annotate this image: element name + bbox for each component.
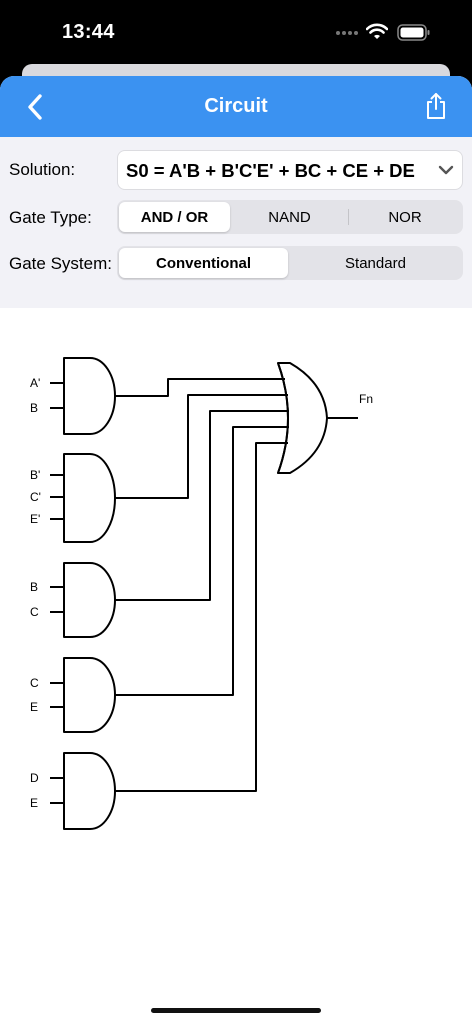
pin-label: E' xyxy=(30,512,40,526)
circuit-sheet: Circuit Solution: S0 = A'B + B'C'E' + BC… xyxy=(0,76,472,1024)
pin-label: C' xyxy=(30,490,41,504)
share-button[interactable] xyxy=(418,88,454,124)
pin-label: C xyxy=(30,605,39,619)
pin-label: E xyxy=(30,796,38,810)
pin-label: B xyxy=(30,580,38,594)
chevron-down-icon xyxy=(438,165,454,175)
pin-label: A' xyxy=(30,376,40,390)
navigation-bar: Circuit xyxy=(0,76,472,137)
signal-icon xyxy=(336,31,358,35)
gate-type-and-or[interactable]: AND / OR xyxy=(119,202,230,232)
circuit-diagram: A' B B' C' E' B C C E D E Fn xyxy=(30,357,373,830)
output-label: Fn xyxy=(359,392,373,406)
pin-label: C xyxy=(30,676,39,690)
pin-label: B xyxy=(30,401,38,415)
or-gate xyxy=(277,362,328,474)
controls-panel: Solution: S0 = A'B + B'C'E' + BC + CE + … xyxy=(0,137,472,308)
pin-label: B' xyxy=(30,468,40,482)
and-gate-4 xyxy=(63,657,116,733)
gate-system-standard[interactable]: Standard xyxy=(290,248,461,278)
wire-5 xyxy=(115,442,288,792)
gate-system-conventional[interactable]: Conventional xyxy=(119,248,288,278)
solution-value: S0 = A'B + B'C'E' + BC + CE + DE xyxy=(126,160,415,181)
status-time: 13:44 xyxy=(62,21,115,43)
and-gate-2 xyxy=(63,453,116,543)
status-bar: 13:44 xyxy=(0,0,472,64)
gate-type-label: Gate Type: xyxy=(9,208,92,227)
and-gate-1 xyxy=(63,357,116,435)
gate-system-label: Gate System: xyxy=(9,254,112,273)
share-icon xyxy=(427,93,445,119)
wire-3 xyxy=(115,410,289,601)
solution-label: Solution: xyxy=(9,160,76,179)
gate-type-control: AND / OR NAND NOR xyxy=(117,200,463,234)
and-gate-5 xyxy=(63,752,116,830)
page-title: Circuit xyxy=(204,95,268,117)
and-gate-3 xyxy=(63,562,116,638)
gate-type-nand[interactable]: NAND xyxy=(232,202,347,232)
pin-label: E xyxy=(30,700,38,714)
wifi-icon xyxy=(366,23,388,39)
battery-icon xyxy=(397,24,430,41)
gate-system-control: Conventional Standard xyxy=(117,246,463,280)
home-indicator[interactable] xyxy=(151,1008,321,1013)
wire-1 xyxy=(115,378,285,397)
solution-select[interactable]: S0 = A'B + B'C'E' + BC + CE + DE xyxy=(117,150,463,190)
pin-label: D xyxy=(30,771,39,785)
gate-type-nor[interactable]: NOR xyxy=(349,202,461,232)
wire-4 xyxy=(115,426,289,696)
